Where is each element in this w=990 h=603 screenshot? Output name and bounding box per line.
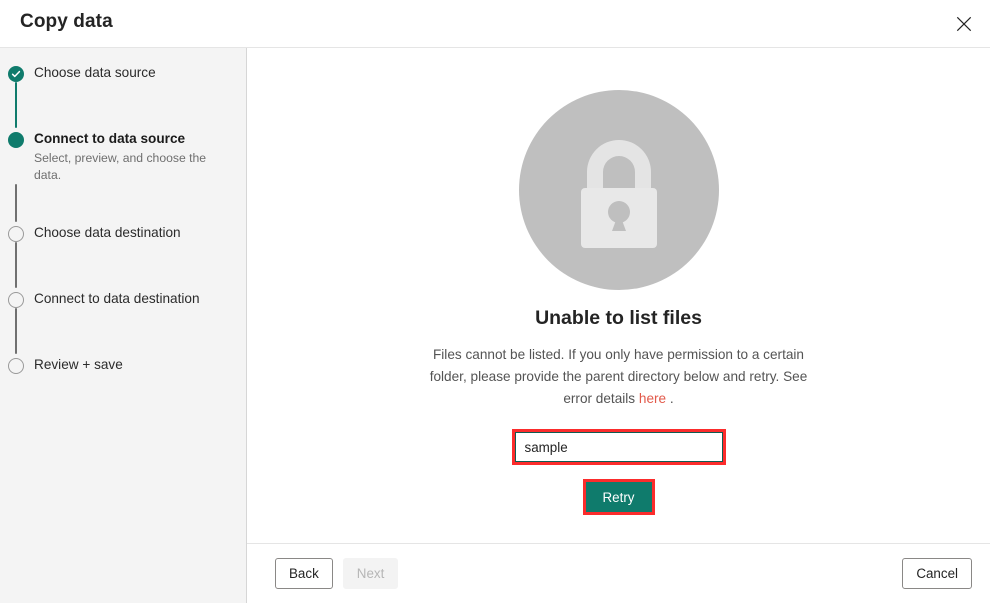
sidebar-item-choose-data-destination[interactable]: Choose data destination [0,222,246,242]
error-description-text-lead: Files cannot be listed. If you only have… [429,347,808,406]
dialog-body: Choose data source Connect to data sourc… [0,48,990,543]
sidebar-item-description: Select, preview, and choose the data. [34,151,207,182]
dialog-titlebar: Copy data [0,0,990,48]
step-connector-4 [15,308,17,354]
error-description: Files cannot be listed. If you only have… [420,344,818,410]
error-panel: Unable to list files Files cannot be lis… [247,48,990,543]
step-connector-3 [15,242,17,288]
retry-button-highlight: Retry [582,479,655,515]
sidebar-item-choose-data-source[interactable]: Choose data source [0,62,246,82]
back-button[interactable]: Back [275,558,333,589]
next-button[interactable]: Next [342,558,399,589]
step-connector-1 [15,82,17,128]
sidebar-item-label: Connect to data source [34,131,186,146]
error-title: Unable to list files [535,307,702,329]
footer-right-group: Cancel [902,558,972,589]
step-connector-2 [15,184,17,222]
close-button[interactable] [946,6,982,42]
empty-circle-icon [8,292,24,308]
cancel-button[interactable]: Cancel [902,558,972,589]
close-icon [955,15,973,33]
empty-circle-icon [8,358,24,374]
filled-circle-icon [8,132,24,148]
sidebar-item-label: Choose data destination [34,225,181,240]
sidebar-item-label: Review + save [34,357,123,372]
error-description-text-trail: . [666,391,674,406]
sidebar-item-connect-to-data-destination[interactable]: Connect to data destination [0,288,246,308]
directory-input-highlight [511,429,726,465]
footer-actions: Back Next Cancel [247,543,990,603]
retry-button[interactable]: Retry [585,482,652,512]
check-icon [8,66,24,82]
sidebar-item-review-save[interactable]: Review + save [0,354,246,374]
error-details-link[interactable]: here [639,391,666,406]
dialog-footer: Back Next Cancel [0,543,990,603]
copy-data-dialog: Copy data Choose data source Connect to … [0,0,990,603]
directory-input[interactable] [514,432,723,462]
wizard-sidebar: Choose data source Connect to data sourc… [0,48,247,543]
sidebar-item-label: Connect to data destination [34,291,200,306]
sidebar-item-label: Choose data source [34,65,156,80]
empty-circle-icon [8,226,24,242]
footer-left-group: Back Next [275,558,399,589]
sidebar-item-connect-to-data-source[interactable]: Connect to data source Select, preview, … [0,128,246,184]
lock-icon [518,90,719,290]
page-title: Copy data [20,11,113,32]
footer-sidebar-spacer [0,543,247,603]
